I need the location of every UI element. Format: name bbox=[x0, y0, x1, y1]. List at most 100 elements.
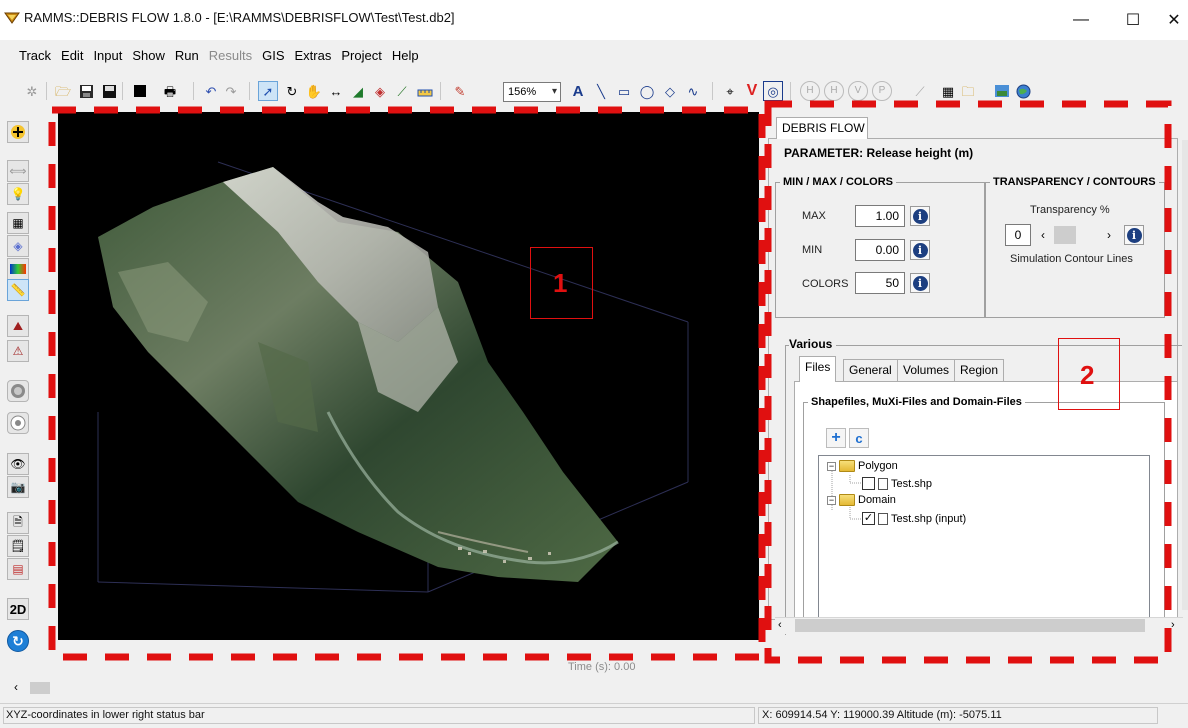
tree-domain-file[interactable]: ✓ Test.shp (input) bbox=[862, 512, 966, 525]
redo-icon[interactable]: ↷ bbox=[221, 81, 241, 101]
freehand-tool-icon[interactable]: ∿ bbox=[683, 81, 703, 101]
slider-right-arrow-icon[interactable]: › bbox=[1102, 228, 1116, 242]
move-disabled-icon[interactable]: ✲ bbox=[22, 81, 42, 101]
report-icon[interactable]: 🗒 bbox=[7, 535, 29, 557]
log-file-icon[interactable]: 🗎 bbox=[7, 512, 29, 534]
max-info-button[interactable]: i bbox=[910, 206, 930, 226]
ruler-tool-icon[interactable]: 📏 bbox=[7, 279, 29, 301]
save-icon[interactable] bbox=[99, 81, 119, 101]
domain-file-checkbox[interactable]: ✓ bbox=[862, 512, 875, 525]
menu-help[interactable]: Help bbox=[387, 46, 424, 66]
line-tool-icon[interactable]: ╲ bbox=[591, 81, 611, 101]
grid-icon[interactable]: ▦ bbox=[7, 212, 29, 234]
graph-disabled-icon[interactable]: ⟋ bbox=[910, 81, 930, 101]
colors-input[interactable]: 50 bbox=[855, 272, 905, 294]
menu-show[interactable]: Show bbox=[127, 46, 170, 66]
bottom-scroll-thumb[interactable] bbox=[30, 682, 50, 694]
navigate-icon[interactable]: ⟺ bbox=[7, 160, 29, 182]
tab-region[interactable]: Region bbox=[954, 359, 1005, 381]
scroll-right-arrow-icon[interactable]: › bbox=[1171, 619, 1175, 631]
v-circle-icon[interactable]: V bbox=[848, 81, 868, 101]
pan-hand-icon[interactable]: ✋ bbox=[304, 81, 324, 101]
maximize-button[interactable]: ☐ bbox=[1110, 0, 1156, 40]
menu-project[interactable]: Project bbox=[336, 46, 386, 66]
undo-icon[interactable]: ↶ bbox=[201, 81, 221, 101]
target-icon[interactable]: ◎ bbox=[763, 81, 783, 101]
slider-left-arrow-icon[interactable]: ‹ bbox=[1036, 228, 1050, 242]
add-file-button[interactable]: + bbox=[826, 428, 846, 448]
scroll-left-arrow-icon[interactable]: ‹ bbox=[778, 619, 782, 631]
menu-results[interactable]: Results bbox=[204, 46, 257, 66]
polygon-tool-icon[interactable]: ◇ bbox=[660, 81, 680, 101]
save-as-icon[interactable] bbox=[76, 81, 96, 101]
minimize-button[interactable]: — bbox=[1058, 0, 1104, 40]
pointer-green-icon[interactable]: ◢ bbox=[348, 81, 368, 101]
eye-icon[interactable]: 👁 bbox=[7, 453, 29, 475]
open-folder-icon[interactable]: 🗁 bbox=[53, 81, 73, 101]
slider-thumb[interactable] bbox=[1054, 226, 1076, 244]
tree-domain-folder[interactable]: − Domain bbox=[827, 494, 896, 506]
h-circle-icon[interactable]: H bbox=[800, 81, 820, 101]
polygon-file-checkbox[interactable] bbox=[862, 477, 875, 490]
text-tool-icon[interactable]: A bbox=[568, 81, 588, 101]
h-circle-second-icon[interactable]: H bbox=[824, 81, 844, 101]
transparency-info-button[interactable]: i bbox=[1124, 225, 1144, 245]
black-square-icon[interactable] bbox=[130, 81, 150, 101]
tab-general[interactable]: General bbox=[843, 359, 898, 381]
image-export-icon[interactable] bbox=[992, 81, 1012, 101]
collapse-icon[interactable]: − bbox=[827, 461, 836, 471]
transparency-value[interactable]: 0 bbox=[1005, 224, 1031, 246]
folder-icon[interactable]: 🗀 bbox=[958, 81, 978, 101]
tab-files[interactable]: Files bbox=[799, 356, 837, 382]
table-export-icon[interactable]: ▦ bbox=[938, 81, 958, 101]
results-table-icon[interactable]: ▤ bbox=[7, 558, 29, 580]
scroll-left-arrow-icon[interactable]: ‹ bbox=[14, 680, 18, 694]
min-input[interactable]: 0.00 bbox=[855, 239, 905, 261]
hazard-report-icon[interactable]: ⚠ bbox=[7, 340, 29, 362]
p-circle-icon[interactable]: P bbox=[872, 81, 892, 101]
terrain-shading-icon[interactable]: ◈ bbox=[7, 235, 29, 257]
rotate-icon[interactable]: ↻ bbox=[282, 81, 302, 101]
globe-icon[interactable] bbox=[1013, 81, 1033, 101]
terrain-3d-viewport[interactable] bbox=[58, 112, 759, 640]
tab-volumes[interactable]: Volumes bbox=[897, 359, 956, 381]
color-scale-icon[interactable] bbox=[7, 258, 29, 280]
rectangle-tool-icon[interactable]: ▭ bbox=[614, 81, 634, 101]
menu-edit[interactable]: Edit bbox=[56, 46, 88, 66]
colors-info-button[interactable]: i bbox=[910, 273, 930, 293]
camera-icon[interactable]: 📷 bbox=[7, 476, 29, 498]
panel-scroll-thumb[interactable] bbox=[795, 619, 1145, 632]
polygon-red-icon[interactable]: ◈ bbox=[370, 81, 390, 101]
print-icon[interactable]: 🖶 bbox=[160, 81, 180, 101]
menu-track[interactable]: Track bbox=[14, 46, 56, 66]
bottom-horizontal-scrollbar[interactable]: ‹ bbox=[14, 680, 54, 696]
tree-polygon-folder[interactable]: − Polygon bbox=[827, 460, 898, 472]
transparency-slider[interactable]: ‹ › bbox=[1036, 224, 1116, 246]
tree-polygon-file[interactable]: Test.shp bbox=[862, 477, 932, 490]
refresh-files-button[interactable]: c bbox=[849, 428, 869, 448]
avalanche-map-icon[interactable]: ⛰ bbox=[7, 315, 29, 337]
measure-ruler-icon[interactable] bbox=[415, 81, 435, 101]
menu-extras[interactable]: Extras bbox=[290, 46, 337, 66]
pencil-icon[interactable]: ✎ bbox=[450, 81, 470, 101]
min-info-button[interactable]: i bbox=[910, 240, 930, 260]
collapse-icon[interactable]: − bbox=[827, 495, 836, 505]
refresh-view-icon[interactable]: ↻ bbox=[7, 630, 29, 652]
horizontal-move-icon[interactable]: ↔ bbox=[326, 81, 346, 101]
panel-vertical-scrollbar[interactable] bbox=[1182, 140, 1188, 610]
menu-run[interactable]: Run bbox=[170, 46, 204, 66]
max-input[interactable]: 1.00 bbox=[855, 205, 905, 227]
tab-debris-flow[interactable]: DEBRIS FLOW bbox=[776, 117, 868, 139]
view-2d-button[interactable]: 2D bbox=[7, 598, 29, 620]
run-simulation-icon[interactable] bbox=[7, 380, 29, 402]
ellipse-tool-icon[interactable]: ◯ bbox=[637, 81, 657, 101]
select-arrow-icon[interactable]: ➚ bbox=[258, 81, 278, 101]
zoom-dropdown[interactable]: 156% ▾ bbox=[503, 82, 561, 102]
add-layer-icon[interactable] bbox=[7, 121, 29, 143]
light-bulb-icon[interactable]: 💡 bbox=[7, 183, 29, 205]
profile-chart-icon[interactable]: ⟋ bbox=[392, 81, 412, 101]
menu-input[interactable]: Input bbox=[88, 46, 127, 66]
crosshair-tool-icon[interactable]: ⌖ bbox=[720, 81, 740, 101]
close-button[interactable]: ✕ bbox=[1160, 0, 1188, 40]
stop-simulation-icon[interactable] bbox=[7, 412, 29, 434]
